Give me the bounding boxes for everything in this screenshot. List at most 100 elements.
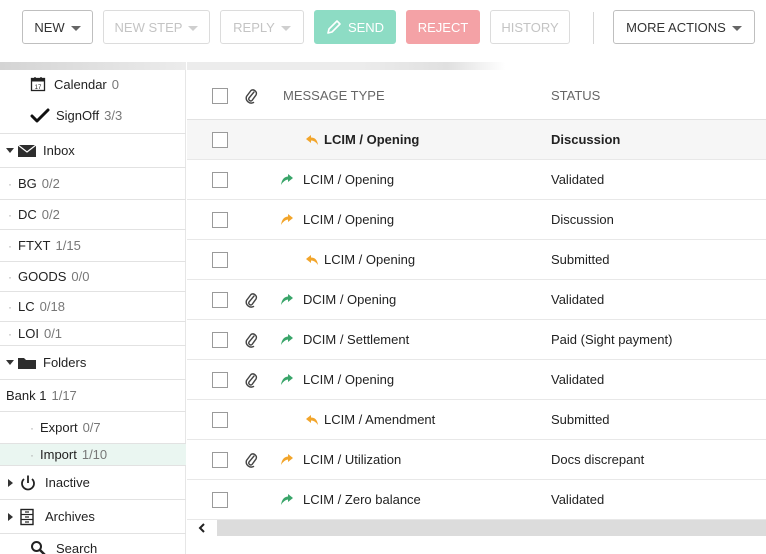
table-row[interactable]: LCIM / Opening Submitted	[187, 240, 766, 280]
sidebar-item-count: 0/18	[39, 299, 65, 314]
message-type-cell: LCIM / Opening	[303, 372, 395, 387]
chevron-down-icon	[731, 25, 742, 31]
row-checkbox[interactable]	[212, 372, 228, 388]
chevron-down-icon	[188, 25, 199, 31]
sidebar-item-label: Bank 1	[6, 388, 47, 403]
sidebar-item-archives[interactable]: Archives	[0, 500, 186, 534]
bullet-icon: ·	[8, 207, 12, 222]
status-cell: Discussion	[551, 132, 621, 147]
sidebar-item-import[interactable]: · Import 1/10	[0, 444, 186, 466]
row-checkbox[interactable]	[212, 332, 228, 348]
sidebar-item-lc[interactable]: · LC 0/18	[0, 292, 186, 322]
message-type-cell: DCIM / Settlement	[303, 332, 410, 347]
sidebar-item-calendar[interactable]: 17 Calendar 0	[0, 72, 186, 96]
calendar-icon: 17	[30, 77, 46, 92]
more-actions-button[interactable]: MORE ACTIONS	[613, 10, 755, 44]
sidebar-item-count: 0	[111, 76, 119, 92]
forward-arrow-icon	[281, 174, 293, 185]
sidebar-item-goods[interactable]: · GOODS 0/0	[0, 262, 186, 292]
row-checkbox[interactable]	[212, 212, 228, 228]
power-icon	[21, 475, 35, 490]
row-checkbox[interactable]	[212, 492, 228, 508]
sidebar-item-count: 0/7	[82, 420, 101, 435]
status-cell: Docs discrepant	[551, 452, 645, 467]
forward-arrow-icon	[281, 454, 293, 465]
table-header: MESSAGE TYPE STATUS	[187, 72, 766, 120]
paperclip-icon	[245, 373, 258, 388]
sidebar-item-loi[interactable]: · LOI 0/1	[0, 322, 186, 346]
sidebar-item-count: 0/2	[41, 207, 60, 222]
sidebar-item-count: 0/0	[71, 269, 90, 284]
sidebar-item-folders[interactable]: Folders	[0, 346, 186, 380]
chevron-down-icon	[280, 25, 291, 31]
message-type-cell: LCIM / Amendment	[324, 412, 436, 427]
table-row[interactable]: DCIM / Settlement Paid (Sight payment)	[187, 320, 766, 360]
chevron-left-icon	[198, 523, 205, 533]
pencil-icon	[327, 20, 341, 34]
sidebar-item-search[interactable]: Search	[0, 536, 186, 554]
new-step-button[interactable]: NEW STEP	[103, 10, 210, 44]
row-checkbox[interactable]	[212, 452, 228, 468]
history-button[interactable]: HISTORY	[490, 10, 570, 44]
column-header-message-type[interactable]: MESSAGE TYPE	[283, 88, 385, 103]
sidebar-item-bg[interactable]: · BG 0/2	[0, 168, 186, 200]
expand-toggle-icon[interactable]	[6, 148, 14, 153]
sidebar-item-dc[interactable]: · DC 0/2	[0, 200, 186, 230]
send-button[interactable]: SEND	[314, 10, 396, 44]
expand-toggle-icon[interactable]	[8, 512, 13, 521]
paperclip-icon	[245, 333, 258, 348]
column-header-status[interactable]: STATUS	[551, 88, 600, 103]
row-checkbox[interactable]	[212, 132, 228, 148]
table-row[interactable]: LCIM / Amendment Submitted	[187, 400, 766, 440]
sidebar-item-ftxt[interactable]: · FTXT 1/15	[0, 230, 186, 262]
forward-arrow-icon	[281, 374, 293, 385]
sidebar-item-label: Export	[40, 420, 78, 435]
table-row[interactable]: LCIM / Opening Discussion	[187, 200, 766, 240]
new-step-button-label: NEW STEP	[114, 19, 183, 35]
row-checkbox[interactable]	[212, 252, 228, 268]
message-table: MESSAGE TYPE STATUS LCIM / Opening Discus…	[187, 62, 766, 554]
message-type-cell: LCIM / Opening	[324, 132, 420, 147]
reply-button[interactable]: REPLY	[220, 10, 304, 44]
reject-button[interactable]: REJECT	[406, 10, 480, 44]
paperclip-icon	[245, 293, 258, 308]
row-checkbox[interactable]	[212, 412, 228, 428]
status-cell: Discussion	[551, 212, 614, 227]
archive-icon	[20, 508, 34, 525]
svg-text:17: 17	[35, 85, 42, 91]
sidebar-item-bank-1[interactable]: Bank 1 1/17	[0, 380, 186, 412]
status-cell: Submitted	[551, 412, 610, 427]
scroll-left-button[interactable]	[187, 520, 217, 536]
sidebar-item-label: Archives	[45, 509, 95, 524]
table-row[interactable]: LCIM / Opening Validated	[187, 360, 766, 400]
sidebar-item-label: FTXT	[18, 238, 51, 253]
table-row[interactable]: LCIM / Opening Discussion	[187, 120, 766, 160]
sidebar-item-count: 1/10	[81, 447, 108, 462]
sidebar-item-label: DC	[18, 207, 37, 222]
horizontal-scrollbar[interactable]	[187, 520, 766, 536]
table-row[interactable]: LCIM / Opening Validated	[187, 160, 766, 200]
select-all-checkbox[interactable]	[212, 88, 228, 104]
sidebar-item-inbox[interactable]: Inbox	[0, 134, 186, 168]
sidebar-item-export[interactable]: · Export 0/7	[0, 412, 186, 444]
sidebar-item-label: BG	[18, 176, 37, 191]
table-row[interactable]: DCIM / Opening Validated	[187, 280, 766, 320]
checkmark-icon	[30, 108, 50, 122]
row-checkbox[interactable]	[212, 292, 228, 308]
table-row[interactable]: LCIM / Utilization Docs discrepant	[187, 440, 766, 480]
table-row[interactable]: LCIM / Zero balance Validated	[187, 480, 766, 520]
sidebar-item-label: Inbox	[43, 143, 75, 158]
sidebar-item-label: Folders	[43, 355, 87, 370]
sidebar-item-signoff[interactable]: SignOff 3/3	[0, 98, 186, 134]
status-cell: Validated	[551, 172, 605, 187]
row-checkbox[interactable]	[212, 172, 228, 188]
new-button[interactable]: NEW	[22, 10, 93, 44]
folder-icon	[18, 357, 36, 369]
expand-toggle-icon[interactable]	[6, 360, 14, 365]
new-button-label: NEW	[34, 19, 65, 35]
expand-toggle-icon[interactable]	[8, 478, 13, 487]
send-button-label: SEND	[347, 19, 385, 35]
more-actions-button-label: MORE ACTIONS	[626, 19, 726, 35]
sidebar-item-inactive[interactable]: Inactive	[0, 466, 186, 500]
toolbar: NEW NEW STEP REPLY SEND REJECT HISTORY M…	[0, 0, 766, 62]
